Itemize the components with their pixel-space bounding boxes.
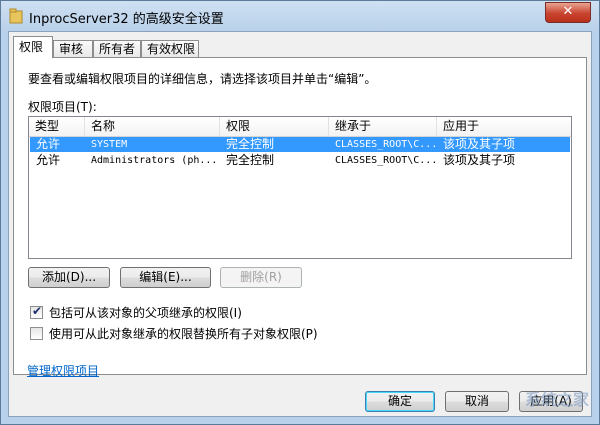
tab-auditing[interactable]: 审核	[53, 40, 93, 57]
cancel-button[interactable]: 取消	[445, 391, 509, 412]
column-header-name[interactable]: 名称	[85, 117, 220, 136]
close-icon: ✕	[562, 4, 574, 19]
title-bar[interactable]: InprocServer32 的高级安全设置 ✕	[1, 1, 599, 31]
ok-button[interactable]: 确定	[365, 391, 435, 412]
security-dialog: InprocServer32 的高级安全设置 ✕ 权限 审核 所有者 有效权限 …	[0, 0, 600, 425]
dialog-client-area: 权限 审核 所有者 有效权限 要查看或编辑权限项目的详细信息，请选择该项目并单击…	[8, 31, 592, 417]
close-button[interactable]: ✕	[545, 2, 591, 23]
folder-icon	[9, 8, 23, 24]
permission-entries-label: 权限项目(T):	[28, 100, 97, 114]
table-row[interactable]: 允许 SYSTEM 完全控制 CLASSES_ROOT\C... 该项及其子项	[30, 137, 570, 152]
instruction-text: 要查看或编辑权限项目的详细信息，请选择该项目并单击“编辑”。	[28, 72, 377, 86]
list-header: 类型 名称 权限 继承于 应用于	[29, 117, 571, 137]
cell-type: 允许	[36, 137, 61, 151]
inherit-permissions-checkbox[interactable]: ✔	[30, 304, 43, 319]
column-header-permission[interactable]: 权限	[220, 117, 329, 136]
cell-inherited-from: CLASSES_ROOT\C...	[335, 155, 437, 166]
manage-permission-entries-link[interactable]: 管理权限项目	[27, 362, 99, 379]
permissions-panel: 要查看或编辑权限项目的详细信息，请选择该项目并单击“编辑”。 权限项目(T): …	[13, 57, 587, 375]
cell-permission: 完全控制	[226, 153, 275, 167]
edit-button[interactable]: 编辑(E)...	[120, 267, 211, 288]
replace-child-permissions-checkbox[interactable]	[30, 327, 43, 340]
table-row[interactable]: 允许 Administrators (ph... 完全控制 CLASSES_RO…	[30, 153, 570, 168]
cell-applies-to: 该项及其子项	[443, 153, 516, 167]
add-button[interactable]: 添加(D)...	[28, 267, 110, 288]
tab-owner[interactable]: 所有者	[93, 40, 141, 57]
tab-permissions[interactable]: 权限	[13, 36, 53, 58]
checkmark-icon: ✔	[32, 304, 43, 318]
cell-inherited-from: CLASSES_ROOT\C...	[335, 139, 437, 150]
cell-name: SYSTEM	[91, 139, 128, 150]
column-header-inherited-from[interactable]: 继承于	[329, 117, 437, 136]
replace-child-permissions-label[interactable]: 使用可从此对象继承的权限替换所有子对象权限(P)	[49, 326, 318, 342]
remove-button[interactable]: 删除(R)	[220, 267, 302, 288]
site-watermark: 系统之家	[524, 390, 589, 409]
cell-permission: 完全控制	[226, 137, 275, 151]
column-header-type[interactable]: 类型	[29, 117, 85, 136]
column-header-applies-to[interactable]: 应用于	[437, 117, 571, 136]
cell-type: 允许	[36, 153, 61, 167]
permission-entries-list[interactable]: 类型 名称 权限 继承于 应用于 允许 SYSTEM 完全控制 CLASSES_…	[28, 116, 572, 259]
inherit-permissions-label[interactable]: 包括可从该对象的父项继承的权限(I)	[49, 305, 242, 321]
cell-applies-to: 该项及其子项	[443, 137, 516, 151]
cell-name: Administrators (ph...	[91, 155, 218, 166]
window-title: InprocServer32 的高级安全设置	[29, 12, 224, 27]
tab-effective-permissions[interactable]: 有效权限	[141, 40, 199, 57]
